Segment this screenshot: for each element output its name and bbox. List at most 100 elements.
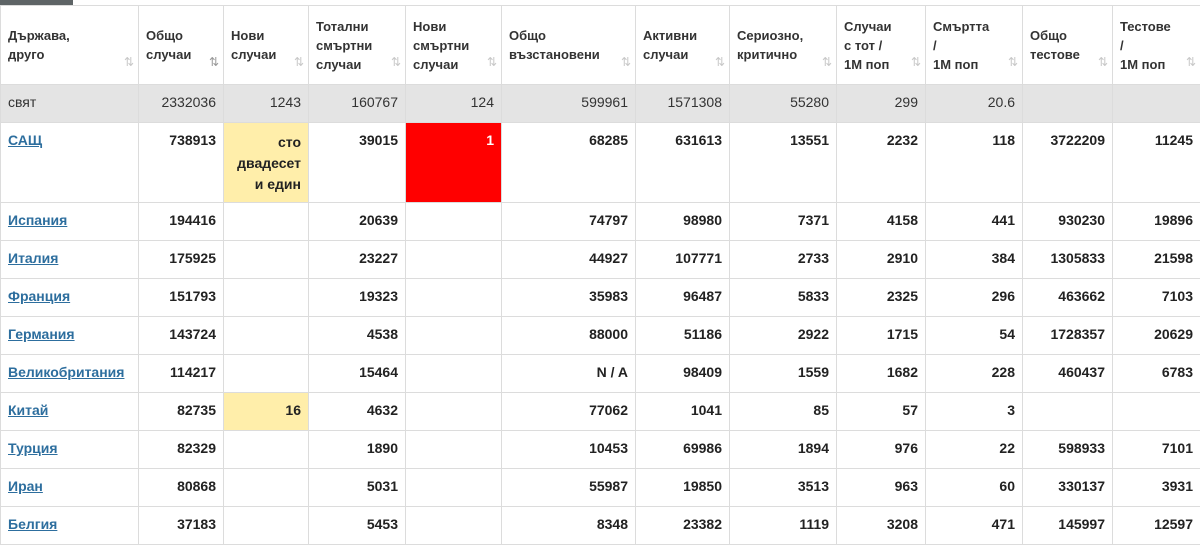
header-row: Държава, друго⇅Общо случаи⇅Нови случаи⇅Т…: [1, 6, 1200, 85]
header-new-cases[interactable]: Нови случаи⇅: [224, 6, 309, 85]
tests-per-1m-cell: 7101: [1113, 431, 1200, 469]
country-link[interactable]: САЩ: [8, 132, 42, 148]
table-row: Турция8232918901045369986189497622598933…: [1, 431, 1200, 469]
header-total-deaths[interactable]: Тотални смъртни случаи⇅: [309, 6, 406, 85]
sort-icon[interactable]: ⇅: [621, 53, 629, 72]
new-deaths-cell: [406, 431, 502, 469]
header-label: Нови случаи: [231, 26, 301, 64]
new-cases-cell: [224, 317, 309, 355]
header-total-cases[interactable]: Общо случаи⇅: [139, 6, 224, 85]
tests-per-1m-cell: 21598: [1113, 241, 1200, 279]
header-active-cases[interactable]: Активни случаи⇅: [636, 6, 730, 85]
total-recovered-cell: 35983: [502, 279, 636, 317]
deaths-per-1m-cell: 441: [926, 203, 1023, 241]
country-link[interactable]: Иран: [8, 478, 43, 494]
sort-icon[interactable]: ⇅: [209, 53, 217, 72]
cases-per-1m-cell: 976: [837, 431, 926, 469]
header-new-deaths[interactable]: Нови смъртни случаи⇅: [406, 6, 502, 85]
serious-critical-cell: 7371: [730, 203, 837, 241]
header-label: Активни случаи: [643, 26, 722, 64]
country-link[interactable]: Китай: [8, 402, 48, 418]
sort-icon[interactable]: ⇅: [1186, 53, 1194, 72]
cases-per-1m-cell: 4158: [837, 203, 926, 241]
active-cases-cell: 96487: [636, 279, 730, 317]
cases-per-1m-cell: 1715: [837, 317, 926, 355]
country-link[interactable]: Германия: [8, 326, 75, 342]
header-total-tests[interactable]: Общо тестове⇅: [1023, 6, 1113, 85]
table-row: САЩ738913сто двадесет и един390151682856…: [1, 123, 1200, 203]
country-link[interactable]: Белгия: [8, 516, 57, 532]
country-link[interactable]: Великобритания: [8, 364, 124, 380]
new-cases-cell: [224, 431, 309, 469]
country-link[interactable]: Испания: [8, 212, 67, 228]
new-deaths-cell: [406, 317, 502, 355]
header-label: Държава, друго: [8, 26, 131, 64]
world-deaths-per-1m: 20.6: [926, 85, 1023, 123]
world-total-tests: [1023, 85, 1113, 123]
header-deaths-per-1m[interactable]: Смъртта / 1M поп⇅: [926, 6, 1023, 85]
country-link[interactable]: Италия: [8, 250, 58, 266]
new-cases-cell: 16: [224, 393, 309, 431]
total-tests-cell: 463662: [1023, 279, 1113, 317]
world-serious-critical: 55280: [730, 85, 837, 123]
active-cases-cell: 69986: [636, 431, 730, 469]
total-cases-cell: 175925: [139, 241, 224, 279]
sort-icon[interactable]: ⇅: [487, 53, 495, 72]
header-label: Случаи с тот / 1M поп: [844, 17, 918, 74]
sort-icon[interactable]: ⇅: [294, 53, 302, 72]
new-deaths-cell: 1: [406, 123, 502, 203]
sort-icon[interactable]: ⇅: [1098, 53, 1106, 72]
tests-per-1m-cell: 11245: [1113, 123, 1200, 203]
total-cases-cell: 738913: [139, 123, 224, 203]
total-deaths-cell: 15464: [309, 355, 406, 393]
country-link[interactable]: Франция: [8, 288, 70, 304]
cases-per-1m-cell: 963: [837, 469, 926, 507]
total-cases-cell: 80868: [139, 469, 224, 507]
total-cases-cell: 114217: [139, 355, 224, 393]
header-country[interactable]: Държава, друго⇅: [1, 6, 139, 85]
cases-per-1m-cell: 1682: [837, 355, 926, 393]
header-label: Тотални смъртни случаи: [316, 17, 398, 74]
new-cases-cell: сто двадесет и един: [224, 123, 309, 203]
new-deaths-cell: [406, 203, 502, 241]
table-row: Иран808685031559871985035139636033013739…: [1, 469, 1200, 507]
country-cell: Италия: [1, 241, 139, 279]
country-link[interactable]: Турция: [8, 440, 58, 456]
cases-per-1m-cell: 57: [837, 393, 926, 431]
header-label: Общо тестове: [1030, 26, 1105, 64]
total-deaths-cell: 1890: [309, 431, 406, 469]
world-cases-per-1m: 299: [837, 85, 926, 123]
header-label: Нови смъртни случаи: [413, 17, 494, 74]
sort-icon[interactable]: ⇅: [911, 53, 919, 72]
header-total-recovered[interactable]: Общо възстановени⇅: [502, 6, 636, 85]
world-total-row: свят233203612431607671245999611571308552…: [1, 85, 1200, 123]
active-cases-cell: 98980: [636, 203, 730, 241]
sort-icon[interactable]: ⇅: [124, 53, 132, 72]
deaths-per-1m-cell: 3: [926, 393, 1023, 431]
header-tests-per-1m[interactable]: Тестове / 1M поп⇅: [1113, 6, 1200, 85]
table-row: Китай8273516463277062104185573: [1, 393, 1200, 431]
country-cell: Испания: [1, 203, 139, 241]
header-cases-per-1m[interactable]: Случаи с тот / 1M поп⇅: [837, 6, 926, 85]
world-tests-per-1m: [1113, 85, 1200, 123]
total-deaths-cell: 39015: [309, 123, 406, 203]
sort-icon[interactable]: ⇅: [1008, 53, 1016, 72]
serious-critical-cell: 3513: [730, 469, 837, 507]
sort-icon[interactable]: ⇅: [822, 53, 830, 72]
sort-icon[interactable]: ⇅: [391, 53, 399, 72]
total-tests-cell: 1305833: [1023, 241, 1113, 279]
total-cases-cell: 82329: [139, 431, 224, 469]
serious-critical-cell: 1559: [730, 355, 837, 393]
header-serious-critical[interactable]: Сериозно, критично⇅: [730, 6, 837, 85]
serious-critical-cell: 85: [730, 393, 837, 431]
header-label: Тестове / 1M поп: [1120, 17, 1193, 74]
header-label: Смъртта / 1M поп: [933, 17, 1015, 74]
serious-critical-cell: 1894: [730, 431, 837, 469]
total-deaths-cell: 19323: [309, 279, 406, 317]
total-tests-cell: 3722209: [1023, 123, 1113, 203]
table-row: Италия1759252322744927107771273329103841…: [1, 241, 1200, 279]
deaths-per-1m-cell: 54: [926, 317, 1023, 355]
tests-per-1m-cell: 19896: [1113, 203, 1200, 241]
sort-icon[interactable]: ⇅: [715, 53, 723, 72]
total-deaths-cell: 23227: [309, 241, 406, 279]
